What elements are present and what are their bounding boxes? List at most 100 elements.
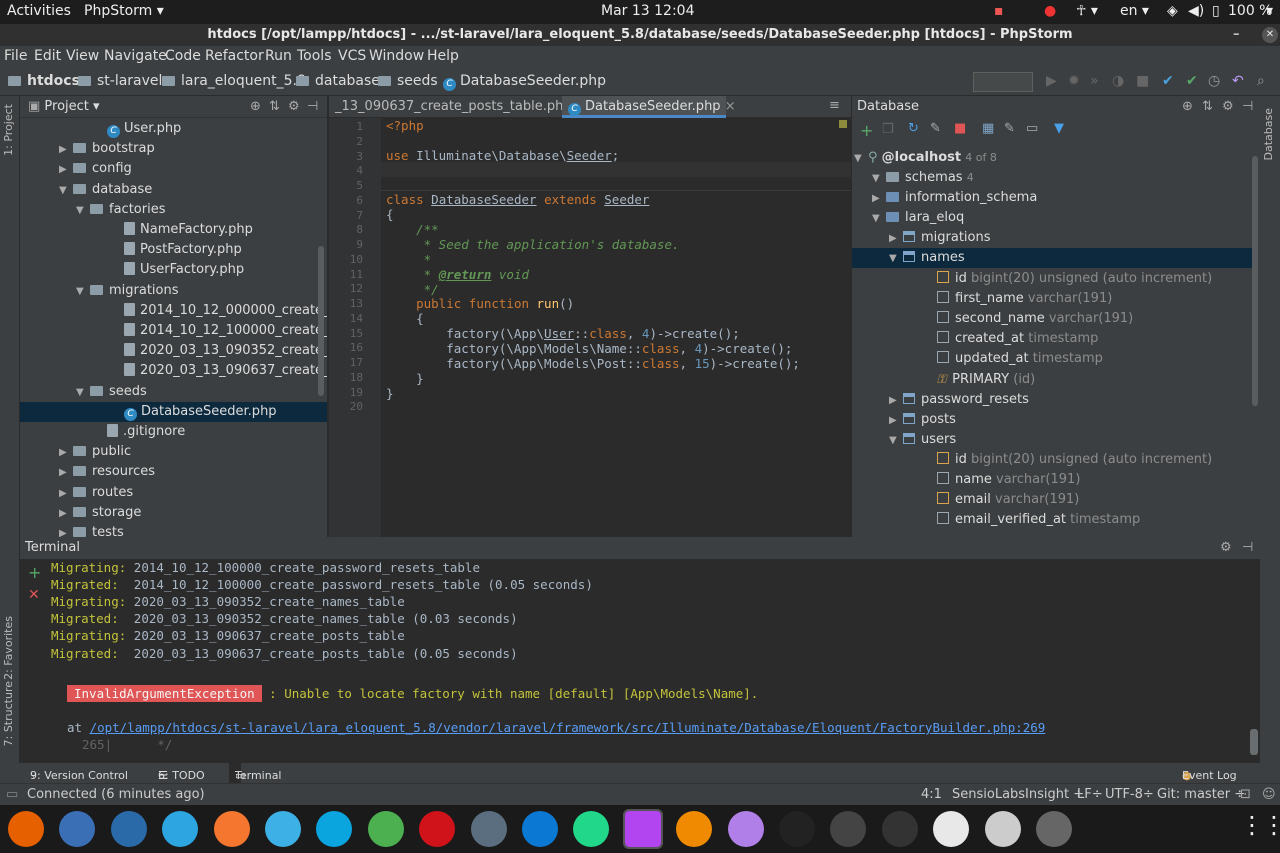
- collapse-icon[interactable]: ⇅: [269, 96, 280, 118]
- favorites-tool-tab[interactable]: 2: Favorites: [2, 616, 15, 680]
- project-tree-item[interactable]: 2020_03_13_090637_create_pos: [20, 361, 327, 381]
- project-tree-item[interactable]: ▶ routes: [20, 483, 133, 503]
- duplicate-icon[interactable]: ❐: [882, 122, 894, 137]
- project-tree-item[interactable]: ▶ public: [20, 442, 131, 462]
- dock-app-icon[interactable]: [830, 811, 867, 847]
- run-icon[interactable]: ▶: [1046, 73, 1057, 89]
- expand-arrow-icon[interactable]: ▼: [76, 383, 90, 403]
- db-tree-item[interactable]: updated_at timestamp: [852, 349, 1252, 369]
- db-tree-item[interactable]: ▼ names: [852, 248, 1252, 269]
- project-tree-item[interactable]: ▶ bootstrap: [20, 139, 155, 159]
- close-tab-icon[interactable]: ×: [725, 99, 736, 114]
- menu-help[interactable]: Help: [427, 48, 459, 64]
- dock-app-icon[interactable]: [779, 811, 815, 847]
- db-tree-item[interactable]: second_name varchar(191): [852, 309, 1252, 329]
- stack-file-link[interactable]: /opt/lampp/htdocs/st-laravel/lara_eloque…: [90, 720, 1046, 735]
- expand-arrow-icon[interactable]: ▶: [889, 391, 903, 411]
- language-selector[interactable]: en ▾: [1120, 3, 1149, 19]
- breadcrumb-lara-eloquent[interactable]: lara_eloquent_5.8: [162, 73, 306, 89]
- dock-app-icon[interactable]: [522, 811, 558, 847]
- locate-icon[interactable]: ⊕: [250, 96, 261, 118]
- stop-icon[interactable]: ■: [1136, 73, 1149, 89]
- project-tool-tab[interactable]: 1: Project: [2, 104, 15, 156]
- project-tree-item[interactable]: NameFactory.php: [20, 220, 253, 240]
- project-tree-item[interactable]: ▶ resources: [20, 462, 155, 482]
- vcs-history-icon[interactable]: ◷: [1208, 73, 1220, 89]
- battery-icon[interactable]: ▯: [1212, 3, 1220, 19]
- db-tree-item[interactable]: name varchar(191): [852, 470, 1252, 490]
- table-editor-icon[interactable]: ▦: [982, 121, 994, 136]
- db-tree-item[interactable]: first_name varchar(191): [852, 289, 1252, 309]
- show-applications-icon[interactable]: ⋮⋮⋮: [1240, 811, 1280, 839]
- menu-view[interactable]: View: [66, 48, 99, 64]
- coverage-icon[interactable]: »: [1090, 73, 1099, 89]
- vcs-update-icon[interactable]: ✔: [1162, 73, 1174, 89]
- dock-app-icon[interactable]: [984, 811, 1021, 847]
- database-scrollbar[interactable]: [1252, 156, 1258, 406]
- db-tree-item[interactable]: ▶ information_schema: [852, 188, 1252, 208]
- project-tree-item[interactable]: ▶ tests: [20, 523, 124, 537]
- db-tree-item[interactable]: created_at timestamp: [852, 329, 1252, 349]
- menu-run[interactable]: Run: [265, 48, 292, 64]
- tab-database-seeder[interactable]: C DatabaseSeeder.php ×: [562, 96, 736, 118]
- line-separator[interactable]: LF÷: [1077, 787, 1103, 802]
- db-tree-item[interactable]: ▶ posts: [852, 410, 1252, 430]
- dock-app-icon[interactable]: [316, 811, 353, 847]
- project-tree-item[interactable]: 2014_10_12_000000_create_use: [20, 301, 327, 321]
- expand-arrow-icon[interactable]: ▼: [76, 282, 90, 302]
- filter-icon[interactable]: ▼: [1054, 121, 1064, 136]
- tab-menu-icon[interactable]: ≡: [829, 98, 840, 113]
- git-branch[interactable]: Git: master ÷: [1157, 787, 1245, 802]
- project-tree-item[interactable]: ▼ factories: [20, 200, 165, 220]
- project-tree-item[interactable]: 2020_03_13_090352_create_nan: [20, 341, 327, 361]
- lock-icon[interactable]: ⊡: [1240, 787, 1251, 802]
- db-tree-item[interactable]: ▶ password_resets: [852, 390, 1252, 410]
- project-tree-item[interactable]: ▼ database: [20, 180, 152, 200]
- add-icon[interactable]: +: [860, 121, 873, 140]
- activities-button[interactable]: Activities: [7, 3, 71, 19]
- project-tree-item[interactable]: 2014_10_12_100000_create_pas: [20, 321, 327, 341]
- db-tree-item[interactable]: id bigint(20) unsigned (auto increment): [852, 450, 1252, 470]
- globe-icon[interactable]: ⊕: [1182, 96, 1193, 118]
- expand-arrow-icon[interactable]: ▶: [889, 229, 903, 249]
- indicator-icon[interactable]: ▪: [994, 3, 1004, 19]
- file-encoding[interactable]: UTF-8÷: [1105, 787, 1154, 802]
- app-menu[interactable]: PhpStorm ▾: [84, 3, 164, 19]
- minimize-button[interactable]: –: [1233, 24, 1240, 46]
- vcs-revert-icon[interactable]: ↶: [1232, 73, 1244, 89]
- menu-file[interactable]: File: [4, 48, 27, 64]
- hide-icon[interactable]: ⊣: [1242, 96, 1253, 118]
- project-tree-item[interactable]: PostFactory.php: [20, 240, 242, 260]
- dock-app-icon[interactable]: [1036, 811, 1072, 847]
- project-tree-item[interactable]: ▼ migrations: [20, 281, 179, 301]
- dock-app-icon[interactable]: [622, 809, 663, 849]
- inspector-icon[interactable]: ☺: [1262, 787, 1276, 802]
- dock-app-icon[interactable]: [727, 811, 764, 847]
- expand-arrow-icon[interactable]: ▼: [872, 209, 886, 229]
- breadcrumb-seeds[interactable]: seeds: [378, 73, 438, 89]
- db-tree-item[interactable]: ▶ migrations: [852, 228, 1252, 248]
- expand-arrow-icon[interactable]: ▼: [59, 181, 73, 201]
- project-tree-item[interactable]: .gitignore: [20, 422, 185, 442]
- menu-refactor[interactable]: Refactor: [205, 48, 264, 64]
- dock-app-icon[interactable]: [110, 811, 147, 847]
- collapse-icon[interactable]: ⇅: [1202, 96, 1213, 118]
- accessibility-icon[interactable]: ☥ ▾: [1076, 3, 1098, 19]
- expand-arrow-icon[interactable]: ▶: [872, 189, 886, 209]
- dock-app-icon[interactable]: [881, 811, 918, 847]
- clock[interactable]: Mar 13 12:04: [601, 3, 694, 19]
- dock-app-icon[interactable]: [59, 811, 96, 847]
- profile-icon[interactable]: ◑: [1112, 73, 1124, 89]
- properties-icon[interactable]: ✎: [930, 121, 941, 136]
- run-config-dropdown[interactable]: [973, 72, 1033, 92]
- menu-navigate[interactable]: Navigate: [104, 48, 167, 64]
- console-icon[interactable]: ▭: [1026, 121, 1038, 136]
- project-tree-item[interactable]: UserFactory.php: [20, 260, 244, 280]
- dock-app-icon[interactable]: [162, 811, 199, 847]
- breadcrumb-file[interactable]: C DatabaseSeeder.php: [443, 73, 606, 91]
- dock-app-icon[interactable]: [265, 811, 301, 847]
- menu-vcs[interactable]: VCS: [338, 48, 366, 64]
- db-tree-item[interactable]: id bigint(20) unsigned (auto increment): [852, 269, 1252, 289]
- expand-arrow-icon[interactable]: ▼: [889, 431, 903, 451]
- dock-app-icon[interactable]: [573, 811, 610, 847]
